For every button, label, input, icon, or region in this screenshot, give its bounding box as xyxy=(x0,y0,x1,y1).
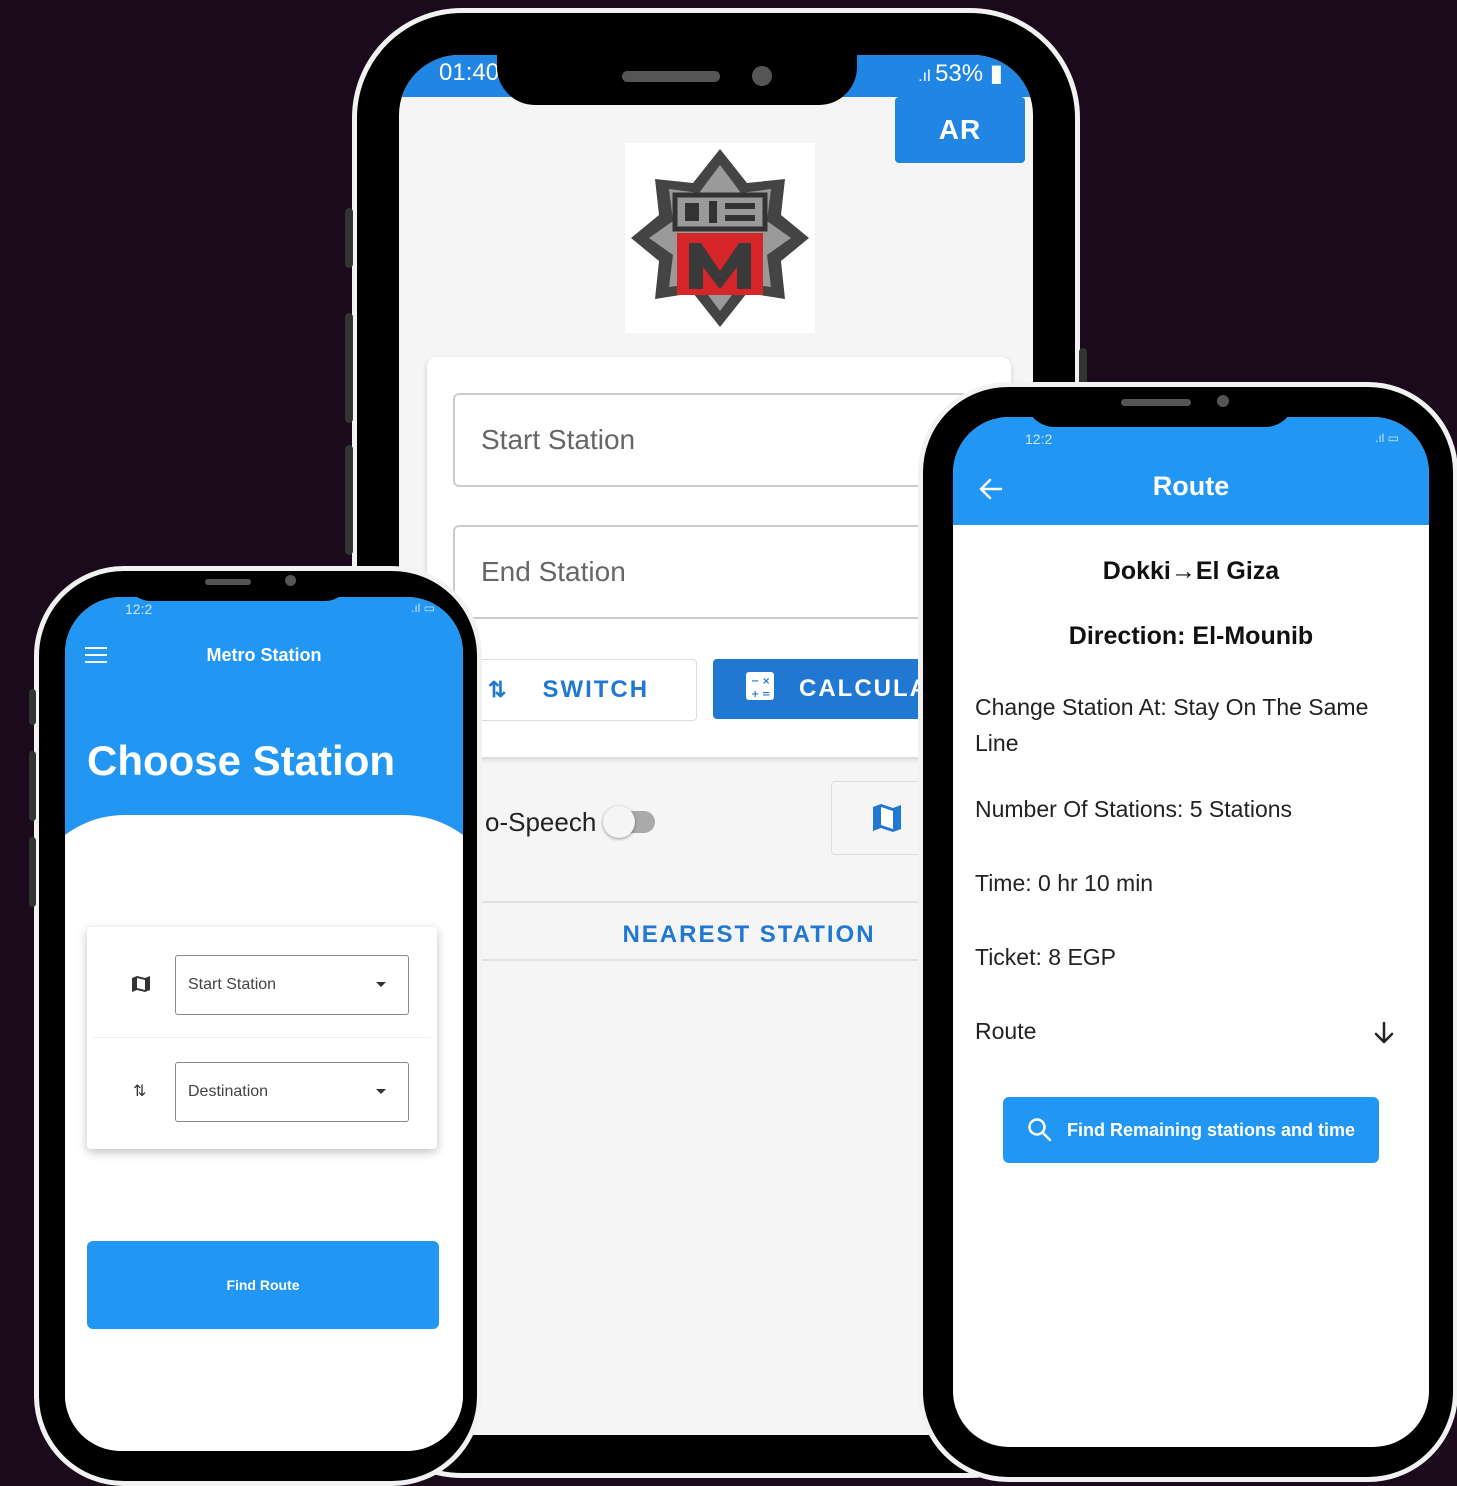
time-text: Time: 0 hr 10 min xyxy=(975,870,1154,896)
status-time: 12:2 xyxy=(125,601,153,617)
battery-percentage: 53% xyxy=(935,60,984,87)
speech-toggle[interactable] xyxy=(603,806,655,838)
map-icon xyxy=(132,976,150,992)
arrow-down-icon[interactable] xyxy=(1373,1021,1395,1045)
phone-side-button xyxy=(29,837,36,907)
find-remaining-label: Find Remaining stations and time xyxy=(1066,1119,1356,1140)
ticket-text: Ticket: 8 EGP xyxy=(975,944,1117,970)
calculator-icon: − × + = xyxy=(745,671,775,708)
status-time: 12:2 xyxy=(1025,431,1053,447)
find-remaining-button[interactable]: Find Remaining stations and time xyxy=(1003,1097,1379,1163)
divider xyxy=(93,1037,431,1038)
swap-vert-icon: ⇅ xyxy=(133,1083,147,1100)
switch-button[interactable]: ⇅ SWITCH xyxy=(455,659,697,721)
speaker-bar xyxy=(205,579,251,585)
page-heading: Choose Station xyxy=(87,737,396,784)
phone-notch xyxy=(125,571,351,601)
start-station-dropdown[interactable]: Start Station xyxy=(175,955,409,1015)
svg-text:−: − xyxy=(751,676,761,687)
route-expand-label[interactable]: Route xyxy=(975,1013,1405,1049)
camera-dot xyxy=(1217,395,1229,407)
signal-battery-icon: .ıl ▭ xyxy=(410,601,435,615)
status-battery: .ıl 53% ▮ xyxy=(918,60,1003,87)
speaker-bar xyxy=(1121,399,1191,406)
destination-dropdown[interactable]: Destination xyxy=(175,1062,409,1122)
speaker-bar xyxy=(622,71,720,82)
find-route-button[interactable]: Find Route xyxy=(87,1241,439,1329)
calculate-label: CALCULA xyxy=(799,675,929,702)
metro-logo-icon xyxy=(625,143,815,333)
phone-side-button xyxy=(345,313,353,423)
phone-notch xyxy=(497,13,857,105)
signal-battery-icon: .ıl ▭ xyxy=(1374,431,1399,445)
direction-label: Direction: El-Mounib xyxy=(1068,622,1314,650)
start-station-value: Start Station xyxy=(188,976,277,993)
phone-side-button xyxy=(29,689,36,725)
switch-label: SWITCH xyxy=(542,676,650,703)
status-time: 01:40 xyxy=(439,59,500,86)
app-title: Route xyxy=(1152,471,1230,501)
dropdown-arrow-icon xyxy=(376,1089,386,1094)
map-icon xyxy=(873,804,901,832)
right-phone: 12:2 .ıl ▭ Route Dokki→El Giza Direction… xyxy=(918,382,1457,1482)
swap-vert-icon: ⇅ xyxy=(488,677,509,702)
right-screen: 12:2 .ıl ▭ Route Dokki→El Giza Direction… xyxy=(953,417,1429,1447)
destination-value: Destination xyxy=(188,1083,269,1100)
phone-side-button xyxy=(345,208,353,268)
svg-text:=: = xyxy=(762,689,772,700)
svg-text:+: + xyxy=(751,689,761,700)
left-screen: 12:2 .ıl ▭ Metro Station Choose Station … xyxy=(65,597,463,1451)
phone-side-button xyxy=(29,751,36,821)
phone-notch xyxy=(1025,387,1295,427)
nearest-station-button[interactable]: NEAREST STATION xyxy=(599,921,899,949)
app-title: Metro Station xyxy=(206,645,322,665)
left-phone: 12:2 .ıl ▭ Metro Station Choose Station … xyxy=(29,566,482,1486)
speech-label: o-Speech xyxy=(485,807,597,837)
dropdown-arrow-icon xyxy=(376,982,386,987)
stations-count-text: Number Of Stations: 5 Stations xyxy=(975,796,1293,822)
camera-dot xyxy=(752,66,772,86)
change-station-text: Change Station At: Stay On The Same Line xyxy=(975,694,1369,756)
route-title: Dokki→El Giza xyxy=(1102,557,1280,585)
search-icon xyxy=(1028,1118,1052,1142)
svg-text:×: × xyxy=(762,676,772,687)
language-ar-button[interactable]: AR xyxy=(895,97,1025,163)
camera-dot xyxy=(285,575,296,586)
station-picker-card: Start Station ⇅ Destination xyxy=(87,927,437,1149)
phone-side-button xyxy=(345,445,353,555)
toggle-knob xyxy=(603,806,635,838)
